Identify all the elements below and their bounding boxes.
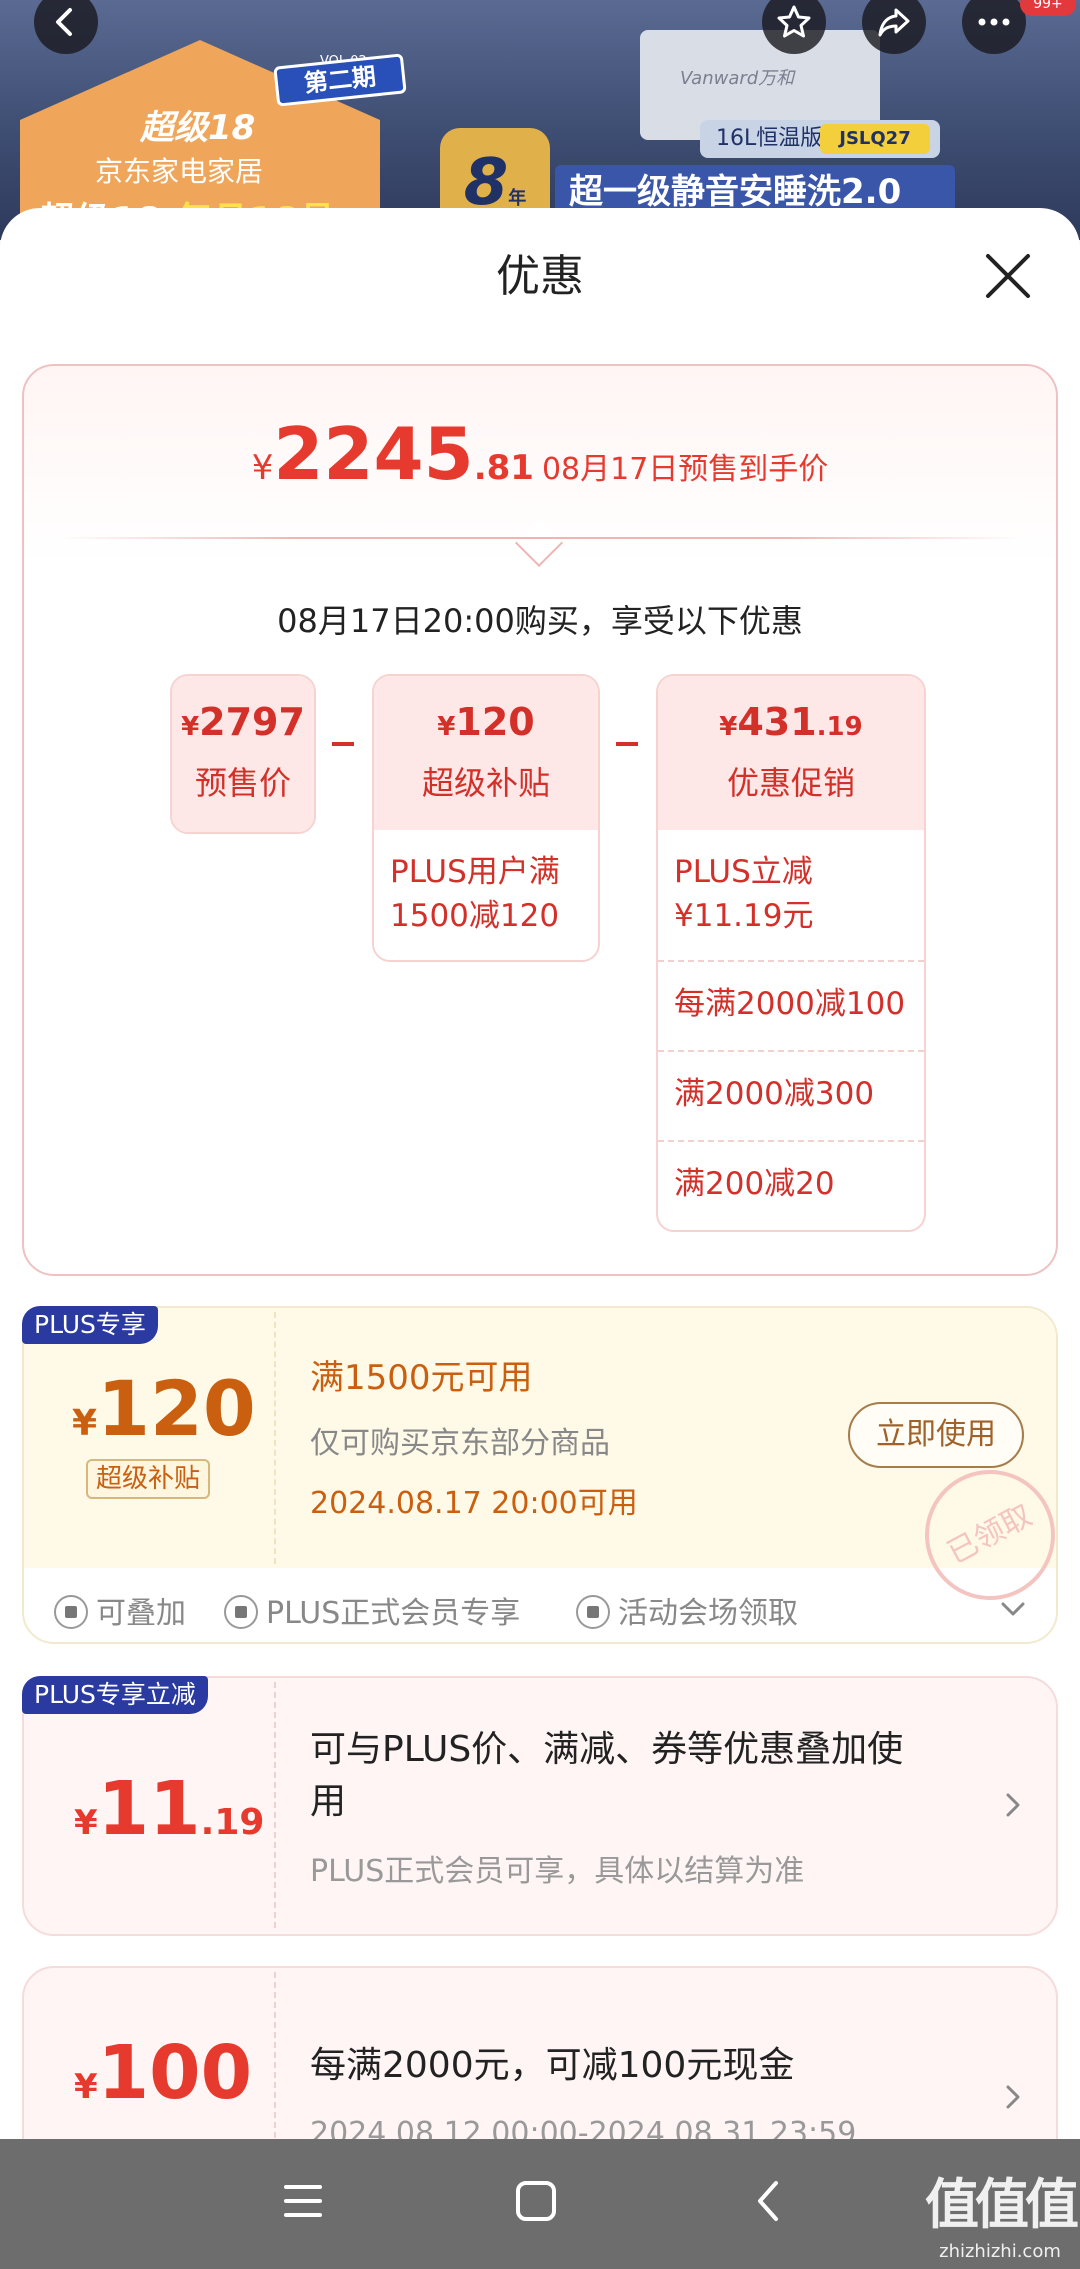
summary-divider (60, 537, 1020, 539)
chevron-right-icon (1006, 2085, 1020, 2109)
coupon-valid-time: 2024.08.17 20:00可用 (310, 1486, 638, 1521)
feature-stackable: 可叠加 (54, 1588, 186, 1632)
stack-icon (54, 1595, 88, 1629)
minus-sign (332, 742, 354, 746)
plus-exclusive-tag: PLUS专享 (22, 1306, 158, 1344)
cash-title: 每满2000元，可减100元现金 (310, 2045, 795, 2086)
promotion-item: 满200减20 (658, 1140, 924, 1230)
coupon-type-badge: 超级补贴 (86, 1459, 210, 1499)
ticket-icon (576, 1595, 610, 1629)
back-arrow-icon (56, 8, 72, 36)
currency-symbol: ¥ (251, 448, 274, 488)
buy-time-text: 08月17日20:00购买，享受以下优惠 (277, 602, 803, 640)
brand-logo: Vanward万和 (680, 68, 795, 89)
promotion-amount: 431 (737, 700, 817, 744)
price-integer: 2245 (273, 412, 474, 496)
presale-label: 预售价 (194, 764, 291, 802)
chevron-right-icon (1006, 1793, 1020, 1817)
share-icon (878, 8, 910, 37)
feature-venue-claim: 活动会场领取 (576, 1588, 798, 1632)
breakdown-promotions: ¥431.19 优惠促销 PLUS立减 ¥11.19元 每满2000减100 满… (656, 674, 926, 1232)
promotion-item: PLUS立减 ¥11.19元 (674, 854, 814, 934)
coupon-scope: 仅可购买京东部分商品 (310, 1426, 610, 1461)
instant-desc: PLUS正式会员可享，具体以结算为准 (310, 1854, 805, 1889)
close-button[interactable] (980, 248, 1036, 304)
campaign-title: 超级18 (140, 108, 256, 148)
use-now-button[interactable]: 立即使用 (848, 1402, 1024, 1468)
system-nav-bar (0, 2139, 1080, 2269)
presale-amount: 2797 (199, 700, 305, 744)
promotion-label: 优惠促销 (726, 764, 855, 802)
site-watermark: 值值值 zhizhizhi.com (925, 2160, 1079, 2262)
subsidy-rule: PLUS用户满1500减120 (390, 854, 560, 934)
model-pill: JSLQ27 (820, 124, 930, 154)
notification-badge: 99+ (1020, 0, 1076, 16)
instant-detail-arrow[interactable] (1000, 1790, 1026, 1824)
period-tag: 第二期 (273, 53, 407, 107)
cash-detail-arrow[interactable] (1000, 2082, 1026, 2116)
promotion-item: 满2000减300 (658, 1050, 924, 1140)
promotion-item: 每满2000减100 (658, 960, 924, 1050)
subsidy-label: 超级补贴 (421, 764, 550, 802)
coupon-amount: ¥120 (72, 1364, 256, 1453)
breakdown-super-subsidy: ¥120 超级补贴 PLUS用户满1500减120 (372, 674, 600, 962)
campaign-subtitle: 京东家电家居 (95, 155, 264, 188)
feature-plus-member: PLUS正式会员专享 (224, 1588, 520, 1632)
cash-amount: ¥100 (74, 2030, 253, 2116)
close-icon (986, 254, 1030, 298)
more-dots-icon (978, 18, 1010, 26)
minus-sign (616, 742, 638, 746)
coupon-condition: 满1500元可用 (310, 1358, 533, 1398)
sheet-title: 优惠 (496, 251, 584, 302)
chevron-down-icon (1001, 1602, 1025, 1616)
coupon-separator (274, 1682, 276, 1928)
price-decimal: .81 (473, 448, 534, 488)
home-icon[interactable] (514, 2179, 558, 2223)
recent-apps-icon[interactable] (282, 2181, 324, 2221)
final-price: ¥2245.81 08月17日预售到手价 (0, 412, 1080, 496)
star-icon (777, 5, 811, 38)
coupon-separator (274, 1312, 276, 1564)
plus-instant-tag: PLUS专享立减 (22, 1676, 208, 1714)
breakdown-presale-price: ¥2797 预售价 (170, 674, 316, 834)
price-label: 08月17日预售到手价 (541, 452, 829, 487)
expand-button[interactable] (998, 1594, 1028, 1628)
instant-amount: ¥11.19 (74, 1766, 265, 1852)
watermark-url: zhizhizhi.com (939, 2241, 1061, 2262)
watermark-text: 值值值 (925, 2173, 1079, 2236)
crown-icon (224, 1595, 258, 1629)
subsidy-amount: 120 (455, 700, 535, 744)
instant-title: 可与PLUS价、满减、券等优惠叠加使用 (310, 1729, 904, 1822)
back-nav-icon[interactable] (752, 2179, 784, 2223)
